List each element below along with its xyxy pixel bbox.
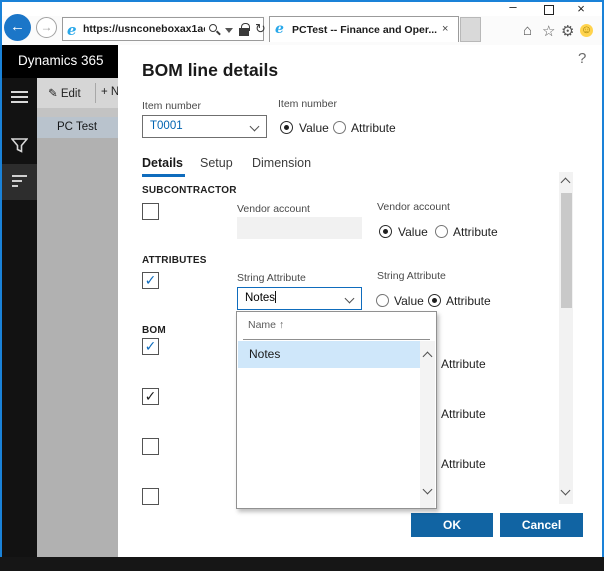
tab-dimension[interactable]: Dimension bbox=[252, 156, 311, 170]
chevron-down-icon[interactable] bbox=[250, 122, 260, 132]
nav-sidebar bbox=[2, 78, 37, 557]
item-number-value[interactable]: T0001 bbox=[150, 120, 183, 132]
app-brand: Dynamics 365 bbox=[18, 53, 104, 68]
bom-checkbox-1[interactable]: ✓ bbox=[142, 338, 159, 355]
lookup-column-header[interactable]: Name ↑ bbox=[248, 319, 284, 331]
bom-row3-attribute-label[interactable]: Attribute bbox=[441, 457, 486, 471]
new-button[interactable]: + N bbox=[101, 86, 118, 98]
lookup-header-divider bbox=[243, 339, 430, 340]
item-number-combobox[interactable]: T0001 bbox=[142, 115, 267, 138]
bom-checkbox-3[interactable] bbox=[142, 438, 159, 455]
pencil-icon: ✎ bbox=[48, 88, 58, 100]
ie-logo-icon: e bbox=[67, 21, 77, 39]
plus-icon: + bbox=[101, 86, 108, 98]
item-mode-label: Item number bbox=[278, 98, 337, 110]
ok-button[interactable]: OK bbox=[411, 513, 493, 537]
item-mode-value-label[interactable]: Value bbox=[299, 121, 329, 135]
sort-ascending-icon: ↑ bbox=[279, 319, 284, 331]
minimize-button[interactable]: – bbox=[500, 0, 526, 14]
dialog-title: BOM line details bbox=[142, 60, 278, 81]
edit-button[interactable]: ✎ Edit bbox=[48, 86, 81, 100]
bom-checkbox-2[interactable]: ✓ bbox=[142, 388, 159, 405]
vendor-attribute-radio[interactable] bbox=[435, 225, 448, 238]
bom-row2-attribute-label[interactable]: Attribute bbox=[441, 407, 486, 421]
vendor-value-radio[interactable] bbox=[379, 225, 392, 238]
browser-tab[interactable]: e PCTest -- Finance and Oper... × bbox=[269, 16, 459, 42]
grid-selected-row[interactable]: PC Test bbox=[37, 117, 118, 138]
cancel-button[interactable]: Cancel bbox=[500, 513, 583, 537]
attributes-checkbox[interactable]: ✓ bbox=[142, 272, 159, 289]
grid-header-strip bbox=[37, 108, 118, 117]
item-mode-attribute-label[interactable]: Attribute bbox=[351, 121, 396, 135]
address-bar[interactable]: e https://usnconeboxax1aos.cloud.one... … bbox=[62, 17, 264, 41]
url-text: https://usnconeboxax1aos.cloud.one... bbox=[83, 23, 205, 35]
task-list-icon bbox=[12, 175, 29, 190]
tab-setup[interactable]: Setup bbox=[200, 156, 233, 170]
tab-details[interactable]: Details bbox=[142, 156, 183, 170]
string-attribute-option-label[interactable]: Attribute bbox=[446, 294, 491, 308]
subcontractor-checkbox[interactable] bbox=[142, 203, 159, 220]
vendor-account-label: Vendor account bbox=[237, 203, 310, 215]
string-value-label[interactable]: Value bbox=[394, 294, 424, 308]
text-cursor bbox=[275, 291, 276, 303]
hamburger-menu-icon[interactable] bbox=[11, 91, 28, 106]
toolbar-divider bbox=[95, 83, 96, 103]
search-icon[interactable] bbox=[209, 24, 217, 32]
subcontractor-section-header: SUBCONTRACTOR bbox=[142, 185, 237, 196]
string-attribute-combobox[interactable]: Notes bbox=[237, 287, 362, 310]
home-icon[interactable]: ⌂ bbox=[523, 22, 532, 39]
string-attribute-value[interactable]: Notes bbox=[245, 292, 275, 304]
chevron-down-icon[interactable] bbox=[345, 294, 355, 304]
check-icon: ✓ bbox=[145, 272, 157, 288]
lookup-flyout: Name ↑ Notes bbox=[236, 311, 437, 509]
page-background: ✎ Edit + N PC Test bbox=[37, 78, 118, 557]
check-icon: ✓ bbox=[145, 388, 157, 404]
string-mode-label: String Attribute bbox=[377, 270, 446, 282]
lookup-scrollbar[interactable] bbox=[420, 341, 435, 508]
window-bottom-edge bbox=[0, 557, 604, 571]
check-icon: ✓ bbox=[145, 338, 157, 354]
close-button[interactable]: × bbox=[568, 2, 594, 16]
feedback-smiley-icon[interactable]: ☺ bbox=[580, 24, 593, 37]
sidebar-active-item[interactable] bbox=[2, 164, 37, 200]
ie-tab-icon: e bbox=[275, 21, 284, 37]
dialog-scrollbar-thumb[interactable] bbox=[561, 193, 572, 308]
item-mode-value-radio[interactable] bbox=[280, 121, 293, 134]
refresh-icon[interactable]: ↻ bbox=[255, 21, 266, 37]
screen: – × ← → e https://usnconeboxax1aos.cloud… bbox=[0, 0, 604, 571]
help-icon[interactable]: ? bbox=[578, 50, 586, 67]
lookup-row-notes[interactable]: Notes bbox=[238, 341, 435, 368]
vendor-attribute-label[interactable]: Attribute bbox=[453, 225, 498, 239]
string-attribute-label: String Attribute bbox=[237, 272, 306, 284]
vendor-mode-label: Vendor account bbox=[377, 201, 450, 213]
item-mode-attribute-radio[interactable] bbox=[333, 121, 346, 134]
tab-title: PCTest -- Finance and Oper... bbox=[292, 24, 440, 36]
bom-row1-attribute-label[interactable]: Attribute bbox=[441, 357, 486, 371]
back-button[interactable]: ← bbox=[4, 14, 31, 41]
vendor-value-label[interactable]: Value bbox=[398, 225, 428, 239]
active-tab-underline bbox=[142, 174, 185, 177]
item-number-label: Item number bbox=[142, 100, 201, 112]
titlebar: – × bbox=[2, 2, 602, 16]
tab-close-icon[interactable]: × bbox=[442, 23, 448, 35]
lock-icon bbox=[239, 28, 249, 36]
settings-icon[interactable]: ⚙ bbox=[561, 22, 574, 40]
forward-button[interactable]: → bbox=[36, 17, 57, 38]
filter-icon[interactable] bbox=[11, 138, 28, 153]
favorites-icon[interactable]: ☆ bbox=[542, 22, 555, 40]
maximize-button[interactable] bbox=[544, 5, 554, 15]
browser-toolbar: ← → e https://usnconeboxax1aos.cloud.one… bbox=[2, 16, 602, 45]
bom-checkbox-4[interactable] bbox=[142, 488, 159, 505]
string-value-radio[interactable] bbox=[376, 294, 389, 307]
new-tab-button[interactable] bbox=[460, 17, 481, 42]
address-dropdown-icon[interactable] bbox=[225, 28, 233, 33]
vendor-account-input bbox=[237, 217, 362, 239]
bom-section-header: BOM bbox=[142, 325, 166, 336]
attributes-section-header: ATTRIBUTES bbox=[142, 255, 207, 266]
action-pane: ✎ Edit + N bbox=[37, 78, 118, 108]
string-attribute-radio[interactable] bbox=[428, 294, 441, 307]
